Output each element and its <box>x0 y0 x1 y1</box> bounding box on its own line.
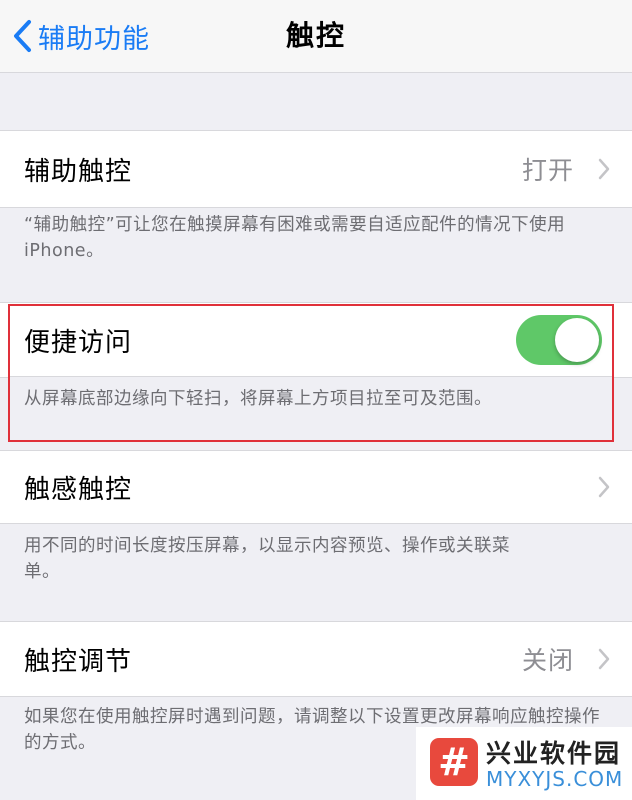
navigation-bar: 辅助功能 触控 <box>0 0 632 73</box>
assistive-touch-label: 辅助触控 <box>24 156 133 187</box>
touch-accommodations-row[interactable]: 触控调节 关闭 <box>0 621 632 697</box>
watermark-logo-icon: # <box>430 738 478 786</box>
chevron-right-icon <box>598 476 610 498</box>
assistive-touch-footer: “辅助触控”可让您在触摸屏幕有困难或需要自适应配件的情况下使用 iPhone。 <box>24 215 566 261</box>
reachability-row: 便捷访问 <box>0 302 632 378</box>
reachability-toggle[interactable] <box>516 315 602 365</box>
touch-accommodations-value: 关闭 <box>521 646 574 675</box>
watermark: # 兴业软件园 MYXYJS.COM <box>416 727 632 800</box>
assistive-touch-value: 打开 <box>521 156 574 185</box>
haptic-touch-row[interactable]: 触感触控 <box>0 450 632 524</box>
haptic-touch-label: 触感触控 <box>24 474 133 505</box>
watermark-name: 兴业软件园 <box>486 739 622 768</box>
reachability-footer: 从屏幕底部边缘向下轻扫，将屏幕上方项目拉至可及范围。 <box>24 389 492 409</box>
reachability-label: 便捷访问 <box>24 327 133 358</box>
toggle-knob <box>555 318 599 362</box>
assistive-touch-row[interactable]: 辅助触控 打开 <box>0 130 632 208</box>
chevron-right-icon <box>598 648 610 670</box>
page-title: 触控 <box>285 19 346 52</box>
haptic-touch-footer: 用不同的时间长度按压屏幕，以显示内容预览、操作或关联菜单。 <box>24 536 510 582</box>
touch-accommodations-label: 触控调节 <box>24 646 133 677</box>
watermark-url: MYXYJS.COM <box>486 767 624 791</box>
chevron-right-icon <box>598 158 610 180</box>
